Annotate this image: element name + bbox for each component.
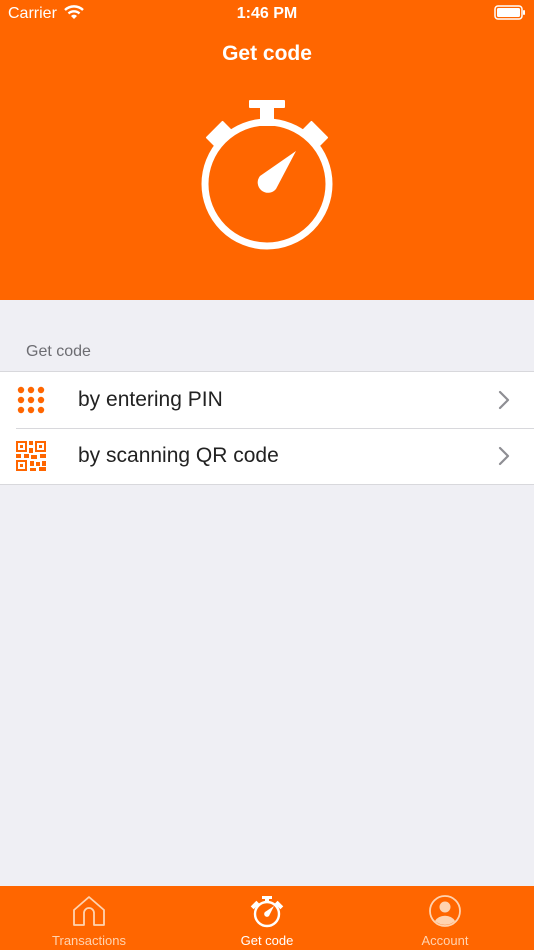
chevron-right-icon [498, 446, 510, 471]
list-item-enter-pin[interactable]: by entering PIN [0, 372, 534, 428]
keypad-icon [16, 385, 46, 415]
list-item-label: by scanning QR code [78, 444, 279, 467]
battery-icon [494, 5, 526, 25]
stopwatch-icon [192, 96, 342, 261]
home-icon [71, 894, 107, 933]
tab-get-code[interactable]: Get code [178, 886, 356, 950]
section-header: Get code [26, 343, 91, 360]
tab-label: Account [421, 933, 469, 948]
stopwatch-icon [249, 894, 285, 933]
user-icon [427, 894, 463, 933]
status-bar: Carrier 1:46 PM [0, 0, 534, 28]
page-title: Get code [222, 42, 312, 65]
get-code-options-list: by entering PIN by scanning QR code [0, 371, 534, 485]
tab-label: Get code [240, 933, 294, 948]
tab-label: Transactions [52, 933, 126, 948]
list-item-scan-qr[interactable]: by scanning QR code [0, 428, 534, 484]
chevron-right-icon [498, 390, 510, 415]
qr-code-icon [16, 441, 46, 471]
header: Carrier 1:46 PM Get code [0, 0, 534, 300]
list-item-label: by entering PIN [78, 388, 223, 411]
tab-bar: Transactions Get code Account [0, 886, 534, 950]
status-time: 1:46 PM [236, 5, 298, 22]
tab-transactions[interactable]: Transactions [0, 886, 178, 950]
tab-account[interactable]: Account [356, 886, 534, 950]
